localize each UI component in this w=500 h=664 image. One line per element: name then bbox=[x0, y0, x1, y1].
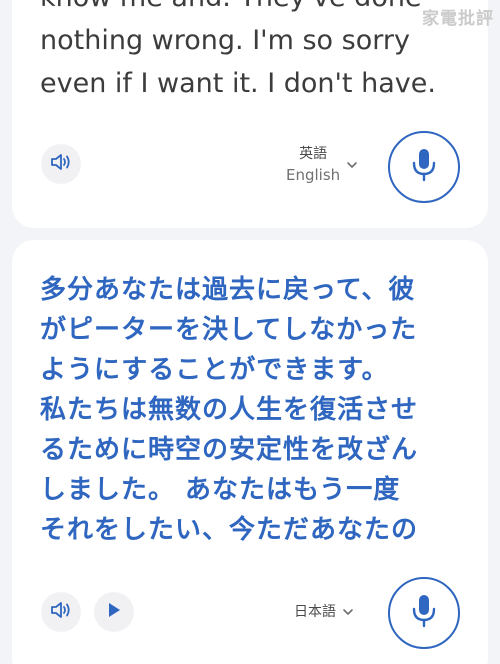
translation-speak-button[interactable] bbox=[41, 592, 81, 632]
watermark-logo: 家電批評 bbox=[422, 9, 494, 29]
source-speak-button[interactable] bbox=[41, 144, 81, 184]
speaker-icon bbox=[49, 599, 73, 625]
source-language-native: 英語 bbox=[299, 146, 328, 162]
play-button[interactable] bbox=[94, 592, 134, 632]
source-language-english: English bbox=[286, 166, 341, 184]
source-text[interactable]: know me and. They've done nothing wrong.… bbox=[40, 0, 460, 105]
translated-text[interactable]: 多分あなたは過去に戻って、彼 がピーターを決してしなかった ようにすることができ… bbox=[40, 270, 480, 550]
source-language-selector[interactable]: 英語 English bbox=[286, 144, 358, 186]
target-language-selector[interactable]: 日本語 bbox=[294, 602, 354, 622]
chevron-down-icon bbox=[342, 608, 354, 616]
source-text-card: know me and. They've done nothing wrong.… bbox=[12, 0, 488, 228]
microphone-icon bbox=[409, 147, 439, 187]
chevron-down-icon bbox=[346, 161, 358, 169]
translation-mic-button[interactable] bbox=[388, 577, 460, 649]
microphone-icon bbox=[409, 593, 439, 633]
target-language-label: 日本語 bbox=[294, 604, 336, 620]
source-mic-button[interactable] bbox=[388, 131, 460, 203]
speaker-icon bbox=[49, 151, 73, 177]
translator-screen: know me and. They've done nothing wrong.… bbox=[0, 0, 500, 664]
translation-card: 多分あなたは過去に戻って、彼 がピーターを決してしなかった ようにすることができ… bbox=[12, 240, 488, 664]
play-icon bbox=[106, 601, 122, 623]
